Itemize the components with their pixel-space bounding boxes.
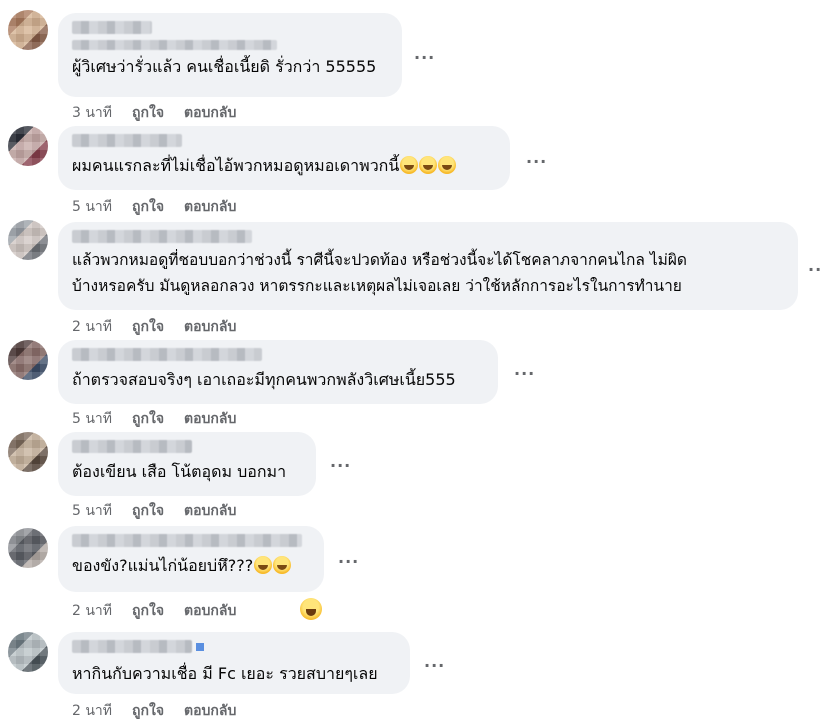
commenter-name-blurred[interactable] [72,348,262,361]
comment-text-content: ของขัง?แม่นไก่น้อยบ่หึ??? [72,556,254,575]
comment-text: ต้องเขียน เสือ โน้ตอุดม บอกมา [72,462,287,481]
laughing-crying-emoji-icon [400,156,419,174]
avatar[interactable] [8,340,48,380]
more-options-button[interactable]: ... [526,148,547,167]
avatar[interactable] [8,528,48,568]
avatar[interactable] [8,220,48,260]
comment-bubble: ของขัง?แม่นไก่น้อยบ่หึ??? [58,526,324,592]
comment-actions: 5 นาที ถูกใจ ตอบกลับ [72,408,256,430]
comment-text-content: ผมคนแรกละที่ไม่เชื่อไอ้พวกหมอดูหมอเดาพวก… [72,156,400,175]
like-button[interactable]: ถูกใจ [132,319,164,335]
laughing-reaction-icon[interactable] [300,598,322,620]
reply-button[interactable]: ตอบกลับ [184,105,236,121]
like-button[interactable]: ถูกใจ [132,105,164,121]
comment-bubble: ผู้วิเศษว่ารั่วแล้ว คนเชื่อเนี้ยดิ รั่วก… [58,13,402,97]
commenter-name-blurred[interactable] [72,230,252,243]
commenter-name-blurred[interactable] [72,640,192,653]
verified-icon [196,643,204,651]
reply-button[interactable]: ตอบกลับ [184,603,236,619]
timestamp[interactable]: 2 นาที [72,319,112,335]
more-options-button[interactable]: ... [808,256,820,275]
like-button[interactable]: ถูกใจ [132,503,164,519]
comment-text: ของขัง?แม่นไก่น้อยบ่หึ??? [72,553,310,579]
like-button[interactable]: ถูกใจ [132,199,164,215]
comment-text: หากินกับความเชื่อ มี Fc เยอะ รวยสบายๆเลย [72,664,378,683]
avatar[interactable] [8,432,48,472]
comment-text-line-2: บ้างหรอครับ มันดูหลอกลวง หาตรรกะและเหตุผ… [72,277,682,295]
commenter-name-blurred[interactable] [72,21,152,34]
comment-text: ถ้าตรวจสอบจริงๆ เอาเถอะมีทุกคนพวกพลังวิเ… [72,370,456,389]
timestamp[interactable]: 5 นาที [72,411,112,427]
comment-actions: 5 นาที ถูกใจ ตอบกลับ [72,500,256,522]
like-button[interactable]: ถูกใจ [132,411,164,427]
like-button[interactable]: ถูกใจ [132,703,164,719]
timestamp[interactable]: 5 นาที [72,199,112,215]
smiling-emoji-icon [438,156,457,174]
timestamp[interactable]: 2 นาที [72,703,112,719]
comment-bubble: ผมคนแรกละที่ไม่เชื่อไอ้พวกหมอดูหมอเดาพวก… [58,126,510,190]
commenter-name-blurred[interactable] [72,40,277,50]
comment-actions: 2 นาที ถูกใจ ตอบกลับ [72,316,256,338]
laughing-crying-emoji-icon [419,156,438,174]
reply-button[interactable]: ตอบกลับ [184,503,236,519]
commenter-name-blurred[interactable] [72,534,302,547]
more-options-button[interactable]: ... [338,548,359,567]
timestamp[interactable]: 2 นาที [72,603,112,619]
more-options-button[interactable]: ... [330,452,351,471]
comment-bubble: ต้องเขียน เสือ โน้ตอุดม บอกมา [58,432,316,496]
timestamp[interactable]: 5 นาที [72,503,112,519]
reply-button[interactable]: ตอบกลับ [184,703,236,719]
reply-button[interactable]: ตอบกลับ [184,319,236,335]
comment-actions: 3 นาที ถูกใจ ตอบกลับ [72,102,256,124]
comment-actions: 2 นาที ถูกใจ ตอบกลับ [72,600,256,622]
reply-button[interactable]: ตอบกลับ [184,199,236,215]
comment-text-line-1: แล้วพวกหมอดูที่ชอบบอกว่าช่วงนี้ ราศีนี้จ… [72,251,687,269]
avatar[interactable] [8,10,48,50]
more-options-button[interactable]: ... [424,652,445,671]
more-options-button[interactable]: ... [514,360,535,379]
comment-actions: 5 นาที ถูกใจ ตอบกลับ [72,196,256,218]
avatar[interactable] [8,126,48,166]
comment-actions: 2 นาที ถูกใจ ตอบกลับ [72,700,256,722]
comment-bubble: ถ้าตรวจสอบจริงๆ เอาเถอะมีทุกคนพวกพลังวิเ… [58,340,498,404]
avatar[interactable] [8,632,48,672]
timestamp[interactable]: 3 นาที [72,105,112,121]
commenter-name-blurred[interactable] [72,440,192,453]
like-button[interactable]: ถูกใจ [132,603,164,619]
comment-bubble: แล้วพวกหมอดูที่ชอบบอกว่าช่วงนี้ ราศีนี้จ… [58,222,798,310]
laughing-crying-emoji-icon [254,556,273,574]
laughing-crying-emoji-icon [273,556,292,574]
reply-button[interactable]: ตอบกลับ [184,411,236,427]
comment-bubble: หากินกับความเชื่อ มี Fc เยอะ รวยสบายๆเลย [58,632,410,694]
comment-text: ผมคนแรกละที่ไม่เชื่อไอ้พวกหมอดูหมอเดาพวก… [72,153,496,179]
comment-text: ผู้วิเศษว่ารั่วแล้ว คนเชื่อเนี้ยดิ รั่วก… [72,57,377,76]
more-options-button[interactable]: ... [414,44,435,63]
commenter-name-blurred[interactable] [72,134,182,147]
